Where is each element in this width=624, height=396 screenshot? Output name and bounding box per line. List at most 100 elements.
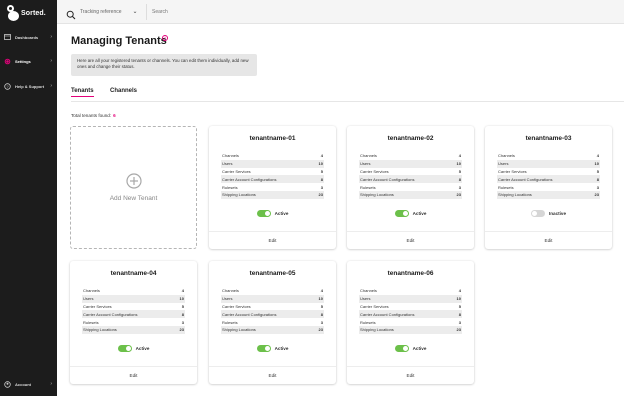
stat-label: Shipping Locations — [222, 327, 256, 333]
stat-row: Rulesets 3 — [221, 318, 324, 326]
sorted-logo[interactable]: Sorted. — [6, 4, 48, 22]
status-label: Inactive — [548, 211, 567, 216]
edit-button[interactable]: Edit — [269, 238, 277, 243]
stat-row: Channels 4 — [82, 287, 185, 295]
sidebar-item-settings[interactable]: Settings › — [0, 54, 57, 68]
tenant-card: tenantname-03 Channels 4 Users 10 Carrier Ser… — [485, 126, 612, 249]
stat-row: Carrier Account Configurations 8 — [497, 175, 600, 184]
tenant-stats: Channels 4 Users 10 Carrier Services 5 Carrier… — [221, 152, 324, 199]
stat-label: Carrier Services — [222, 168, 251, 174]
stat-row: Shipping Locations 23 — [221, 190, 324, 199]
chevron-right-icon: › — [50, 83, 52, 89]
tenant-stats: Channels 4 Users 10 Carrier Services 5 Carrier… — [497, 152, 600, 199]
tenant-name: tenantname-02 — [387, 135, 434, 142]
stat-label: Shipping Locations — [360, 327, 394, 333]
stat-value: 10 — [318, 296, 323, 302]
stat-value: 10 — [594, 161, 599, 167]
stat-value: 8 — [320, 176, 323, 182]
stat-value: 23 — [456, 327, 461, 333]
stat-row: Users 10 — [82, 294, 185, 303]
stat-label: Rulesets — [498, 184, 514, 190]
stat-label: Channels — [498, 153, 515, 159]
stat-label: Channels — [83, 288, 100, 294]
stat-row: Channels 4 — [221, 287, 324, 295]
stat-label: Users — [360, 296, 371, 302]
edit-button[interactable]: Edit — [269, 373, 277, 378]
stat-label: Channels — [360, 153, 377, 159]
tracking-reference-select[interactable]: Tracking reference ⌄ — [80, 8, 138, 16]
toggle-knob — [402, 211, 408, 216]
stat-label: Users — [222, 161, 233, 167]
tenant-stats: Channels 4 Users 10 Carrier Services 5 Carrier… — [359, 287, 462, 334]
stat-value: 4 — [458, 288, 461, 294]
tenant-card: tenantname-04 Channels 4 Users 10 Carrier Ser… — [70, 261, 197, 384]
sidebar-item-dashboards[interactable]: Dashboards › — [0, 30, 57, 44]
tenant-card: tenantname-02 Channels 4 Users 10 Carrier Ser… — [347, 126, 474, 249]
add-new-tenant-tile[interactable]: Add New Tenant — [70, 126, 197, 249]
stat-row: Users 10 — [497, 159, 600, 168]
sidebar: Sorted. Dashboards › Settings › ? Help &… — [0, 0, 57, 396]
info-icon[interactable]: i — [162, 35, 168, 41]
card-footer: Edit — [209, 366, 336, 384]
gear-icon — [4, 58, 11, 65]
stat-value: 4 — [181, 288, 184, 294]
stat-row: Carrier Services 5 — [221, 168, 324, 176]
status-toggle[interactable] — [394, 345, 409, 352]
stat-value: 8 — [320, 311, 323, 317]
stat-row: Shipping Locations 23 — [82, 325, 185, 334]
sidebar-item-help-support[interactable]: ? Help & Support › — [0, 79, 57, 93]
edit-button[interactable]: Edit — [545, 238, 553, 243]
stat-value: 10 — [318, 161, 323, 167]
tenant-name: tenantname-06 — [387, 270, 434, 277]
edit-button[interactable]: Edit — [130, 373, 138, 378]
stat-row: Carrier Account Configurations 8 — [359, 175, 462, 184]
status-row: Active — [209, 345, 336, 352]
status-toggle[interactable] — [256, 345, 271, 352]
edit-button[interactable]: Edit — [407, 373, 415, 378]
stat-label: Shipping Locations — [360, 192, 394, 198]
status-toggle[interactable] — [117, 345, 132, 352]
tab-channels[interactable]: Channels — [110, 88, 137, 94]
status-toggle[interactable] — [394, 210, 409, 217]
tenant-name: tenantname-05 — [249, 270, 296, 277]
tabs-divider — [71, 101, 624, 102]
stat-value: 23 — [456, 192, 461, 198]
tenant-stats: Channels 4 Users 10 Carrier Services 5 Carrier… — [82, 287, 185, 334]
stat-label: Rulesets — [360, 184, 376, 190]
stat-label: Users — [222, 296, 233, 302]
stat-label: Shipping Locations — [83, 327, 117, 333]
stat-label: Channels — [360, 288, 377, 294]
logo-text: Sorted. — [21, 9, 46, 17]
search-input[interactable] — [152, 6, 452, 18]
stat-row: Channels 4 — [497, 152, 600, 160]
page-title: Managing Tenants — [71, 35, 167, 47]
stat-label: Carrier Account Configurations — [222, 311, 277, 317]
stat-label: Channels — [222, 153, 239, 159]
divider — [146, 4, 147, 20]
search-icon[interactable] — [66, 7, 76, 20]
toggle-knob — [125, 346, 131, 351]
stat-label: Rulesets — [360, 319, 376, 325]
tab-tenants[interactable]: Tenants — [71, 88, 94, 97]
status-toggle[interactable] — [256, 210, 271, 217]
stat-label: Carrier Account Configurations — [360, 311, 415, 317]
stat-label: Channels — [222, 288, 239, 294]
stat-value: 3 — [320, 184, 323, 190]
stat-value: 5 — [458, 168, 461, 174]
stat-row: Carrier Account Configurations 8 — [82, 310, 185, 319]
stat-row: Channels 4 — [221, 152, 324, 160]
stat-value: 23 — [318, 327, 323, 333]
stat-row: Carrier Services 5 — [359, 168, 462, 176]
status-row: Inactive — [485, 210, 612, 217]
tenant-card: tenantname-01 Channels 4 Users 10 Carrier Ser… — [209, 126, 336, 249]
stat-row: Rulesets 3 — [359, 183, 462, 191]
status-toggle[interactable] — [530, 210, 545, 217]
sidebar-item-account[interactable]: Account › — [0, 377, 57, 391]
edit-button[interactable]: Edit — [407, 238, 415, 243]
stat-row: Users 10 — [221, 159, 324, 168]
help-icon: ? — [4, 82, 11, 90]
stat-label: Carrier Services — [498, 168, 527, 174]
stat-value: 10 — [179, 296, 184, 302]
status-row: Active — [70, 345, 197, 352]
stat-value: 5 — [320, 303, 323, 309]
